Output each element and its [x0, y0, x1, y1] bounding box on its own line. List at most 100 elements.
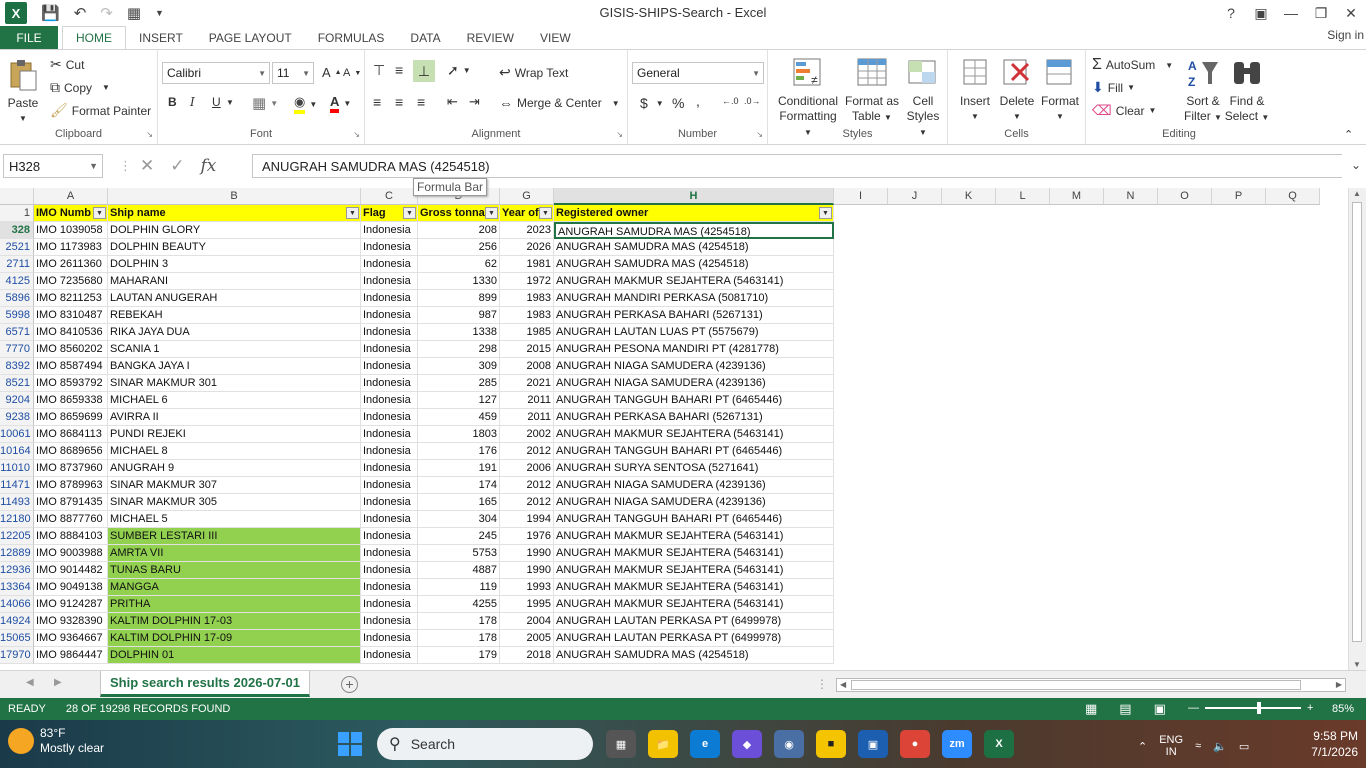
sort-filter-button[interactable]: AZ Sort & Filter ▼ — [1180, 56, 1226, 125]
gross-tonnage-cell[interactable]: 119 — [418, 579, 500, 596]
ship-name-cell[interactable]: SINAR MAKMUR 305 — [108, 494, 361, 511]
find-select-button[interactable]: Find & Select ▼ — [1224, 56, 1270, 125]
registered-owner-cell[interactable]: ANUGRAH MAKMUR SEJAHTERA (5463141) — [554, 528, 834, 545]
normal-view-icon[interactable]: ▦ — [1085, 701, 1097, 717]
filter-icon[interactable]: ▼ — [539, 207, 552, 219]
year-cell[interactable]: 2006 — [500, 460, 554, 477]
ship-name-cell[interactable]: KALTIM DOLPHIN 17-03 — [108, 613, 361, 630]
row-header[interactable]: 5998 — [0, 307, 34, 324]
underline-dropdown-icon[interactable]: ▼ — [226, 98, 234, 107]
column-header-i[interactable]: I — [834, 188, 888, 205]
row-header[interactable]: 1 — [0, 205, 34, 222]
flag-cell[interactable]: Indonesia — [361, 222, 418, 239]
gross-tonnage-cell[interactable]: 1330 — [418, 273, 500, 290]
column-header-p[interactable]: P — [1212, 188, 1266, 205]
ship-name-cell[interactable]: SCANIA 1 — [108, 341, 361, 358]
close-button[interactable]: ✕ — [1336, 5, 1366, 22]
row-header[interactable]: 12936 — [0, 562, 34, 579]
year-cell[interactable]: 1990 — [500, 562, 554, 579]
year-cell[interactable]: 1990 — [500, 545, 554, 562]
excel-taskbar-icon[interactable]: X — [984, 730, 1014, 758]
ship-name-cell[interactable]: BANGKA JAYA I — [108, 358, 361, 375]
ship-name-cell[interactable]: DOLPHIN 3 — [108, 256, 361, 273]
flag-cell[interactable]: Indonesia — [361, 307, 418, 324]
header-cell-imo[interactable]: IMO Numb ▼ — [34, 205, 108, 222]
column-header-q[interactable]: Q — [1266, 188, 1320, 205]
row-header[interactable]: 328 — [0, 222, 34, 239]
ship-name-cell[interactable]: TUNAS BARU — [108, 562, 361, 579]
year-cell[interactable]: 2012 — [500, 477, 554, 494]
ship-name-cell[interactable]: ANUGRAH 9 — [108, 460, 361, 477]
minimize-button[interactable]: — — [1276, 5, 1306, 21]
gross-tonnage-cell[interactable]: 256 — [418, 239, 500, 256]
fill-color-button[interactable]: ◉ ▼ — [294, 94, 317, 114]
registered-owner-cell[interactable]: ANUGRAH NIAGA SAMUDERA (4239136) — [554, 358, 834, 375]
imo-cell[interactable]: IMO 1173983 — [34, 239, 108, 256]
row-header[interactable]: 14066 — [0, 596, 34, 613]
gross-tonnage-cell[interactable]: 165 — [418, 494, 500, 511]
row-header[interactable]: 11493 — [0, 494, 34, 511]
taskbar-search[interactable]: ⚲ Search — [377, 728, 593, 760]
imo-cell[interactable]: IMO 9003988 — [34, 545, 108, 562]
registered-owner-cell[interactable]: ANUGRAH LAUTAN LUAS PT (5575679) — [554, 324, 834, 341]
edge-icon[interactable]: e — [690, 730, 720, 758]
taskbar-clock[interactable]: 9:58 PM 7/1/2026 — [1311, 728, 1358, 760]
scroll-right-icon[interactable]: ▶ — [1336, 680, 1342, 689]
expand-formula-bar-icon[interactable]: ⌄ — [1351, 158, 1361, 172]
font-color-button[interactable]: A ▼ — [330, 94, 351, 113]
row-header[interactable]: 13364 — [0, 579, 34, 596]
imo-cell[interactable]: IMO 8593792 — [34, 375, 108, 392]
ship-name-cell[interactable]: DOLPHIN 01 — [108, 647, 361, 664]
camera-icon[interactable]: ◉ — [774, 730, 804, 758]
enter-icon[interactable]: ✓ — [170, 156, 184, 176]
clear-button[interactable]: ⌫ Clear ▼ — [1092, 102, 1156, 119]
ship-name-cell[interactable]: PRITHA — [108, 596, 361, 613]
ship-name-cell[interactable]: REBEKAH — [108, 307, 361, 324]
row-header[interactable]: 2711 — [0, 256, 34, 273]
zoom-in-icon[interactable]: + — [1307, 702, 1313, 714]
imo-cell[interactable]: IMO 2611360 — [34, 256, 108, 273]
filter-active-icon[interactable]: ▼ — [819, 207, 832, 219]
gross-tonnage-cell[interactable]: 178 — [418, 613, 500, 630]
ship-name-cell[interactable]: MAHARANI — [108, 273, 361, 290]
gross-tonnage-cell[interactable]: 62 — [418, 256, 500, 273]
gross-tonnage-cell[interactable]: 298 — [418, 341, 500, 358]
gross-tonnage-cell[interactable]: 174 — [418, 477, 500, 494]
year-cell[interactable]: 1993 — [500, 579, 554, 596]
zoom-app-icon[interactable]: zm — [942, 730, 972, 758]
gross-tonnage-cell[interactable]: 899 — [418, 290, 500, 307]
imo-cell[interactable]: IMO 9124287 — [34, 596, 108, 613]
flag-cell[interactable]: Indonesia — [361, 545, 418, 562]
row-header[interactable]: 9204 — [0, 392, 34, 409]
vertical-scrollbar[interactable]: ▲ ▼ — [1348, 188, 1366, 670]
row-header[interactable]: 7770 — [0, 341, 34, 358]
registered-owner-cell[interactable]: ANUGRAH LAUTAN PERKASA PT (6499978) — [554, 613, 834, 630]
imo-cell[interactable]: IMO 8884103 — [34, 528, 108, 545]
flag-cell[interactable]: Indonesia — [361, 647, 418, 664]
flag-cell[interactable]: Indonesia — [361, 562, 418, 579]
registered-owner-cell[interactable]: ANUGRAH SAMUDRA MAS (4254518) — [554, 256, 834, 273]
row-header[interactable]: 10164 — [0, 443, 34, 460]
flag-cell[interactable]: Indonesia — [361, 324, 418, 341]
middle-align-icon[interactable]: ≡ — [395, 62, 403, 78]
year-cell[interactable]: 2002 — [500, 426, 554, 443]
form-icon[interactable]: ▦ — [127, 4, 141, 22]
registered-owner-cell[interactable]: ANUGRAH SAMUDRA MAS (4254518) — [554, 239, 834, 256]
year-cell[interactable]: 2015 — [500, 341, 554, 358]
underline-button[interactable]: U — [212, 95, 221, 109]
delete-cells-button[interactable]: Delete ▼ — [996, 56, 1038, 124]
tab-review[interactable]: REVIEW — [454, 26, 527, 50]
year-cell[interactable]: 2011 — [500, 409, 554, 426]
flag-cell[interactable]: Indonesia — [361, 511, 418, 528]
registered-owner-cell[interactable]: ANUGRAH MAKMUR SEJAHTERA (5463141) — [554, 596, 834, 613]
add-sheet-icon[interactable]: + — [341, 676, 358, 693]
vertical-scroll-thumb[interactable] — [1352, 202, 1362, 642]
customize-quick-access-icon[interactable]: ▼ — [155, 8, 164, 18]
flag-cell[interactable]: Indonesia — [361, 409, 418, 426]
shrink-font-button[interactable]: A ▼ — [343, 67, 361, 79]
fill-button[interactable]: ⬇ Fill ▼ — [1092, 79, 1135, 96]
row-header[interactable]: 4125 — [0, 273, 34, 290]
flag-cell[interactable]: Indonesia — [361, 596, 418, 613]
column-header-b[interactable]: B — [108, 188, 361, 205]
italic-button[interactable]: I — [190, 95, 195, 109]
